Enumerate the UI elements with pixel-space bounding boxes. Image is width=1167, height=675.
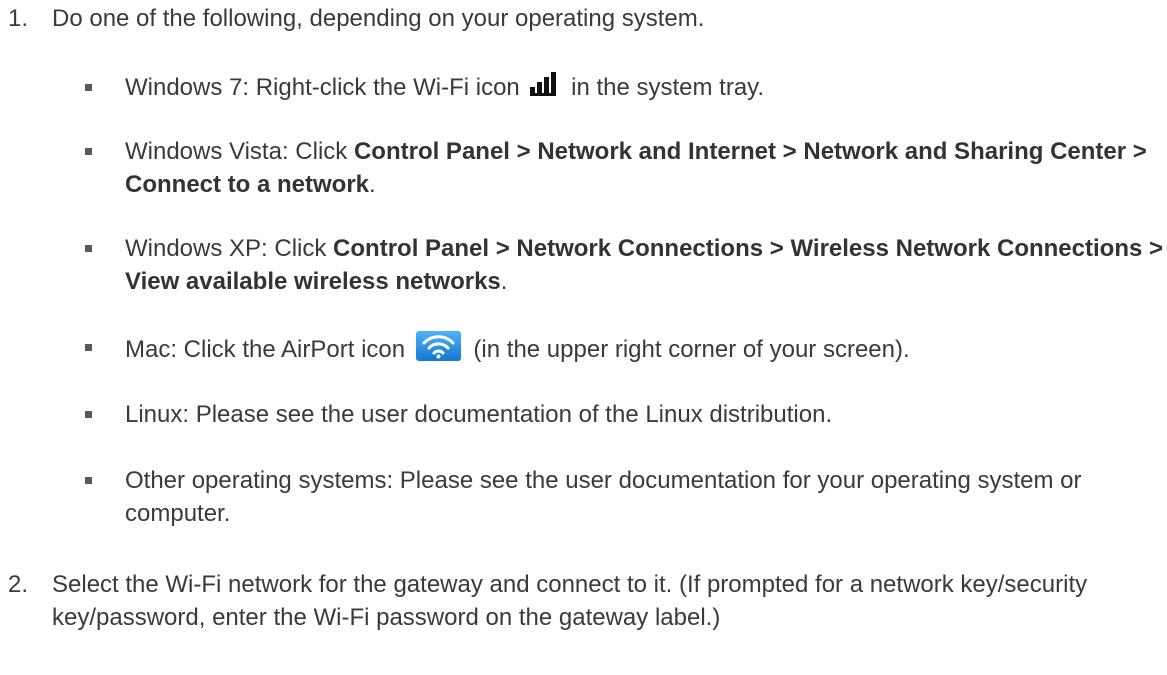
bullet-windows-xp: Windows XP: Click Control Panel > Networ… — [85, 232, 1163, 298]
step-2-number: 2. — [8, 571, 29, 598]
windows-vista-suffix: . — [369, 171, 376, 198]
airport-wifi-icon — [415, 331, 461, 361]
bullet-linux: Linux: Please see the user documentation… — [85, 398, 1163, 431]
wifi-signal-bars-icon — [530, 72, 560, 96]
linux-text: Linux: Please see the user documentation… — [125, 401, 833, 428]
bullet-mark — [85, 245, 92, 252]
windows-xp-suffix: . — [500, 268, 508, 295]
bullet-windows-7: Windows 7: Right-click the Wi-Fi icon in… — [85, 71, 1163, 104]
step-1-number: 1. — [8, 5, 29, 32]
step-1: 1. Do one of the following, depending on… — [8, 2, 1158, 35]
other-os-text: Other operating systems: Please see the … — [125, 467, 1082, 527]
mac-text: Mac: Click the AirPort icon — [125, 336, 406, 363]
step-2: 2. Select the Wi-Fi network for the gate… — [8, 568, 1158, 634]
bullet-mac: Mac: Click the AirPort icon (in the uppe… — [85, 331, 1163, 366]
bullet-mark — [85, 148, 92, 155]
bullet-mark — [85, 84, 92, 91]
windows-vista-prefix: Windows Vista: Click — [125, 138, 354, 165]
bullet-windows-vista: Windows Vista: Click Control Panel > Net… — [85, 135, 1163, 201]
windows-7-text-after: in the system tray. — [564, 74, 765, 101]
bullet-mark — [85, 477, 92, 484]
windows-7-text: Windows 7: Right-click the Wi-Fi icon — [125, 74, 520, 101]
bullet-mark — [85, 344, 92, 351]
windows-xp-prefix: Windows XP: Click — [125, 235, 334, 262]
bullet-other-os: Other operating systems: Please see the … — [85, 464, 1163, 530]
step-2-text: Select the Wi-Fi network for the gateway… — [52, 571, 1088, 631]
mac-text-after: (in the upper right corner of your scree… — [466, 336, 910, 363]
step-1-text: Do one of the following, depending on yo… — [52, 5, 705, 32]
bullet-mark — [85, 411, 92, 418]
instructions-page: 1. Do one of the following, depending on… — [0, 0, 1167, 675]
